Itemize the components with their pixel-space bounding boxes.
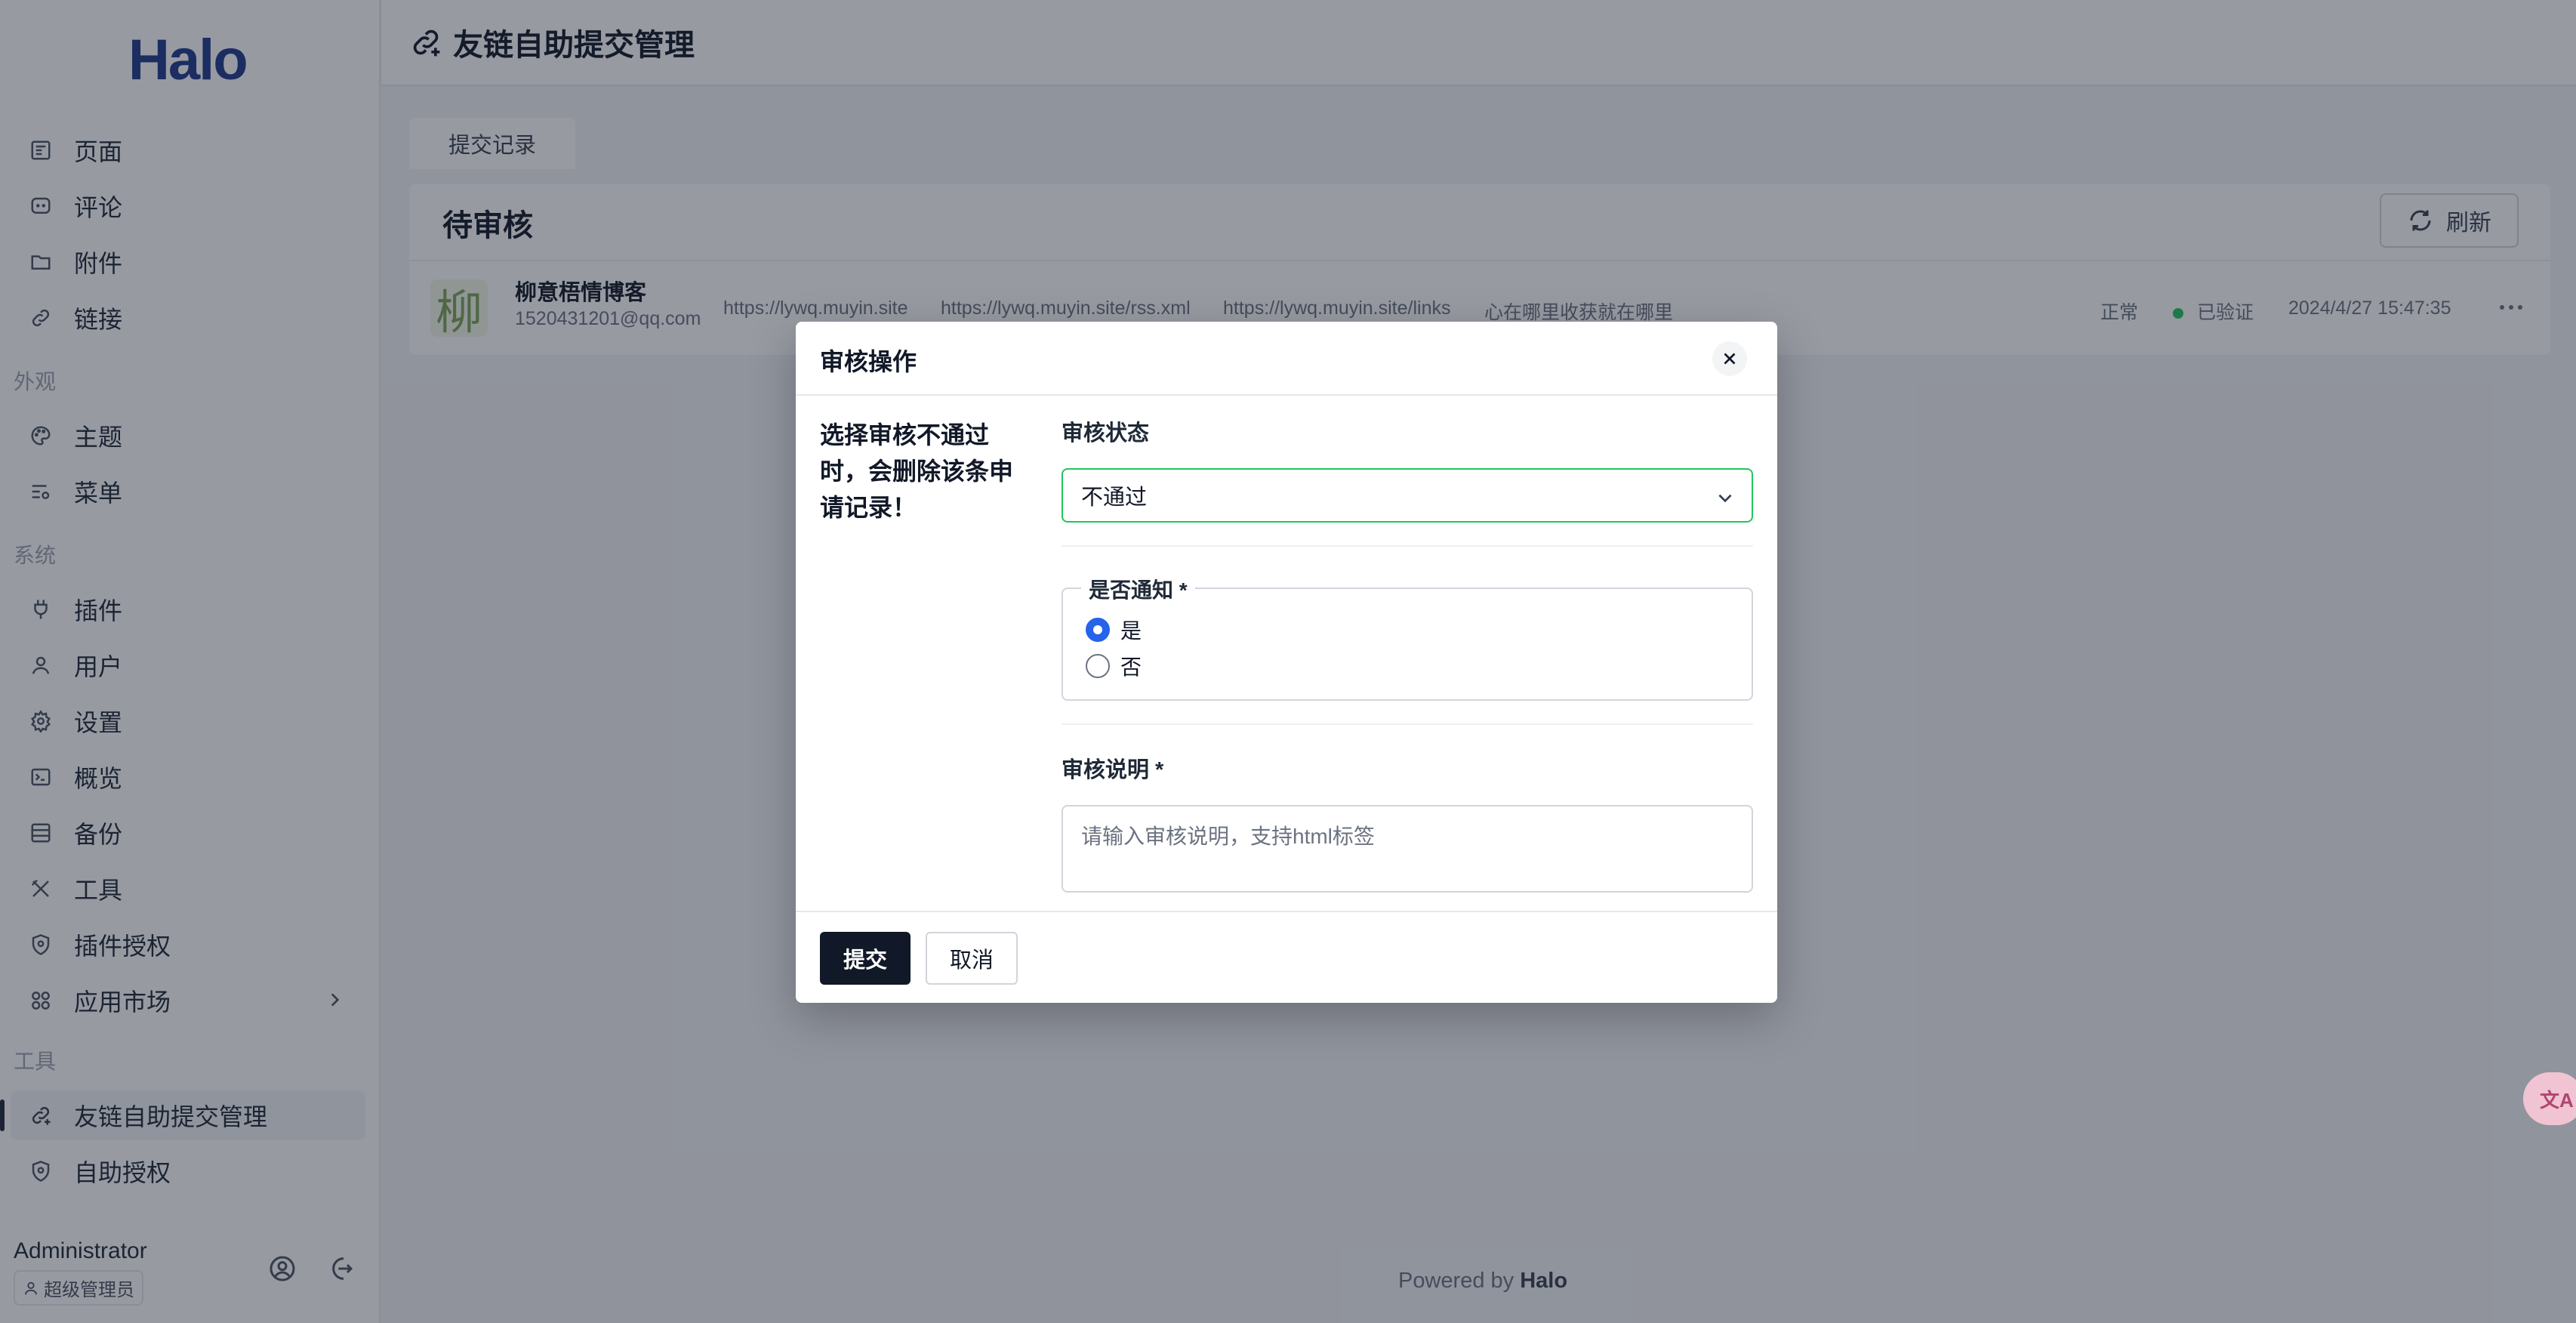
radio-unchecked-icon[interactable] [1086, 654, 1110, 678]
modal-footer: 提交 取消 [796, 911, 1777, 1003]
delete-warning: 选择审核不通过时，会删除该条申请记录！ [820, 421, 1014, 521]
divider [1062, 545, 1753, 547]
notify-option-label: 否 [1120, 655, 1142, 679]
review-modal: 审核操作 选择审核不通过时，会删除该条申请记录！ 审核状态 不通过 是否通知 *… [796, 322, 1777, 1003]
divider [1062, 723, 1753, 725]
remark-textarea[interactable] [1062, 805, 1753, 893]
cancel-button[interactable]: 取消 [926, 932, 1018, 985]
close-button[interactable] [1712, 341, 1747, 376]
review-status-select[interactable]: 不通过 [1062, 468, 1753, 523]
notify-option-yes[interactable]: 是 [1086, 615, 1142, 645]
remark-label: 审核说明 * [1062, 758, 1164, 782]
notify-option-label: 是 [1120, 619, 1142, 643]
modal-title: 审核操作 [820, 348, 917, 375]
app-root: Halo 页面 评论 附件 链接 外观 主题 菜单 系统 插件 用户 设置 概览… [0, 0, 2576, 1323]
submit-button[interactable]: 提交 [820, 932, 911, 985]
notify-option-no[interactable]: 否 [1086, 651, 1142, 681]
notify-fieldset: 是否通知 * 是 否 [1062, 574, 1753, 701]
modal-header: 审核操作 [796, 322, 1777, 396]
radio-checked-icon[interactable] [1086, 618, 1110, 642]
review-status-label: 审核状态 [1062, 421, 1150, 446]
review-status-value: 不通过 [1081, 486, 1148, 510]
translate-icon[interactable]: 文A [2523, 1072, 2576, 1125]
chevron-down-icon [1718, 494, 1732, 503]
close-icon [1724, 353, 1736, 365]
notify-label: 是否通知 * [1081, 574, 1195, 604]
